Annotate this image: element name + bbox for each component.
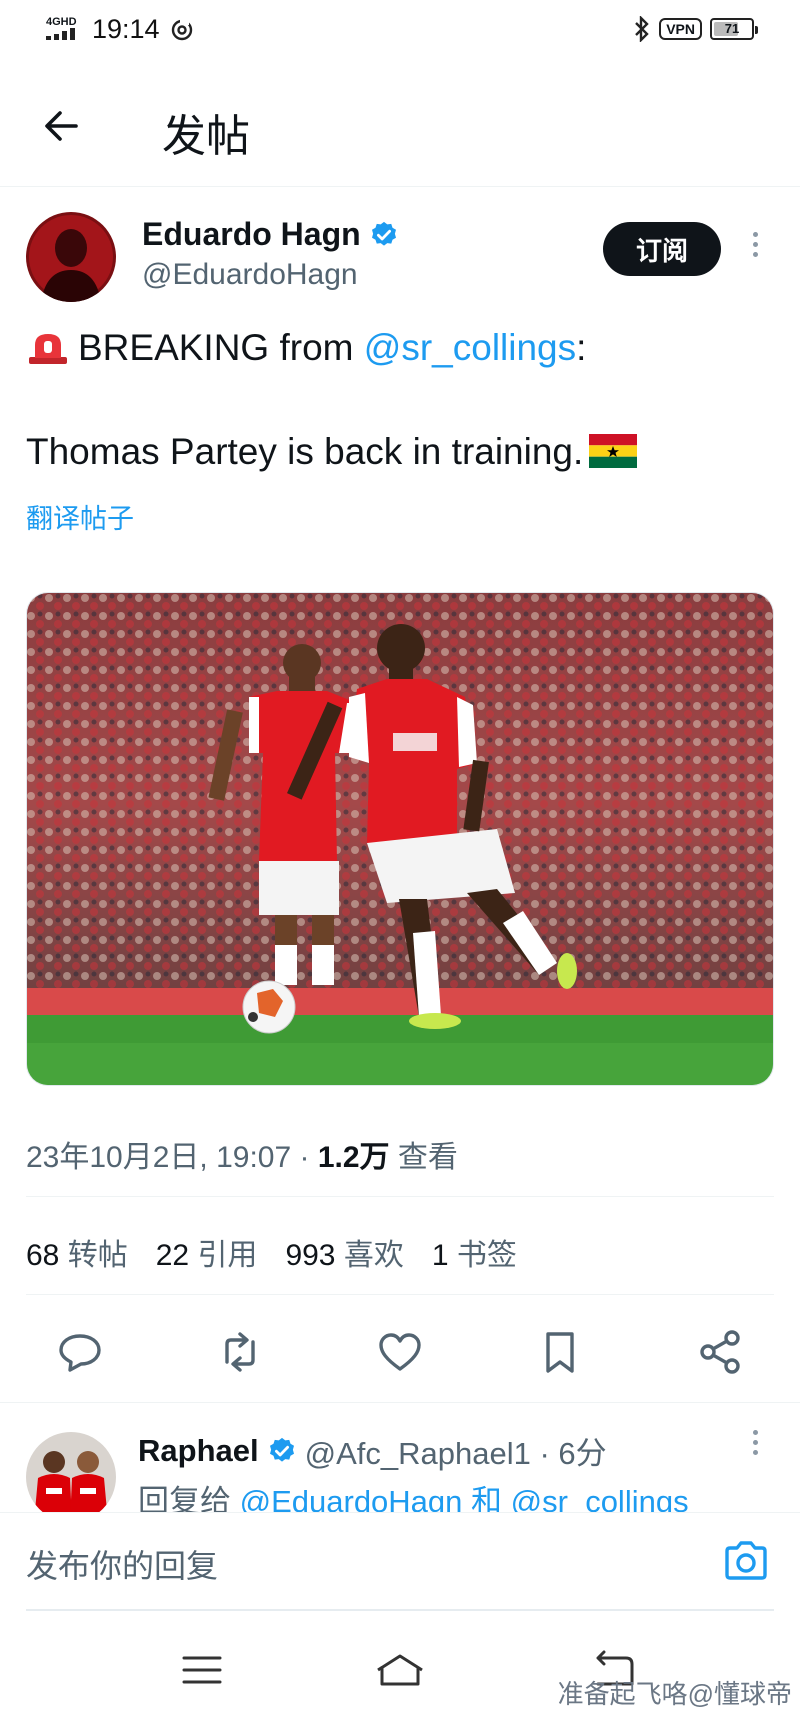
like-icon xyxy=(379,1333,421,1371)
back-button[interactable] xyxy=(40,104,84,148)
tweet-line-1-suffix: : xyxy=(576,327,587,368)
status-right: VPN 71 xyxy=(633,16,758,42)
bookmark-icon xyxy=(546,1332,574,1373)
tweet-timestamp: 23年10月2日, 19:07 · 1.2万 查看 xyxy=(26,1132,458,1176)
menu-icon xyxy=(182,1656,222,1684)
football xyxy=(242,980,296,1034)
share-button[interactable] xyxy=(696,1328,744,1376)
stat-retweets[interactable]: 68 转帖 xyxy=(26,1230,128,1274)
share-icon xyxy=(700,1330,740,1374)
verified-badge-icon xyxy=(269,1437,294,1462)
stat-bookmarks[interactable]: 1 书签 xyxy=(432,1230,517,1274)
reply-icon xyxy=(59,1334,101,1372)
author-name-text: Eduardo Hagn xyxy=(142,216,361,252)
author-handle[interactable]: @EduardoHagn xyxy=(142,258,358,292)
subscribe-button[interactable]: 订阅 xyxy=(603,222,721,276)
nav-home-button[interactable] xyxy=(372,1650,428,1690)
page-title: 发帖 xyxy=(162,112,250,161)
siren-emoji-icon xyxy=(29,334,67,364)
photo-football-players xyxy=(27,593,773,1085)
composer-underline xyxy=(26,1609,774,1611)
divider xyxy=(26,1294,774,1295)
battery-icon: 71 xyxy=(710,18,758,40)
tweet-line-2-text: Thomas Partey is back in training. xyxy=(26,431,584,472)
author-name[interactable]: Eduardo Hagn xyxy=(142,216,399,253)
tweet-photo[interactable] xyxy=(26,592,774,1086)
ghana-flag-icon xyxy=(589,434,638,468)
tweet-text: BREAKING from @sr_collings: Thomas Parte… xyxy=(26,322,776,478)
tweet-stats: 68 转帖 22 引用 993 喜欢 1 书签 xyxy=(26,1230,517,1274)
tweet-line-1: BREAKING from @sr_collings: xyxy=(26,322,776,374)
tweet-actions xyxy=(0,1318,800,1380)
vpn-badge: VPN xyxy=(659,18,702,40)
divider xyxy=(26,1196,774,1197)
more-options-icon[interactable] xyxy=(745,232,765,264)
translate-post-link[interactable]: 翻译帖子 xyxy=(26,497,134,536)
hotspot-icon xyxy=(171,18,192,40)
retweet-icon xyxy=(225,1332,255,1372)
bookmark-button[interactable] xyxy=(536,1328,584,1376)
camera-icon xyxy=(725,1541,767,1580)
bluetooth-icon xyxy=(635,16,649,42)
stat-likes[interactable]: 993 喜欢 xyxy=(285,1230,403,1274)
tweet-line-2: Thomas Partey is back in training. xyxy=(26,426,776,478)
reply-header: Raphael @Afc_Raphael1 · 6分 xyxy=(138,1428,607,1473)
arrow-left-icon xyxy=(45,111,78,141)
reply-input[interactable]: 发布你的回复 xyxy=(26,1541,218,1587)
reply-author-handle: @Afc_Raphael1 · 6分 xyxy=(304,1436,607,1471)
system-nav-bar: 准备起飞咯@懂球帝 xyxy=(0,1620,800,1716)
reply-author-name[interactable]: Raphael xyxy=(138,1433,259,1469)
status-time: 19:14 xyxy=(92,14,160,44)
mention-sr-collings[interactable]: @sr_collings xyxy=(364,327,576,368)
signal-icon: 4GHD xyxy=(46,15,82,43)
stat-quotes[interactable]: 22 引用 xyxy=(156,1230,258,1274)
tweet-line-1-prefix: BREAKING from xyxy=(78,327,364,368)
section-divider xyxy=(0,1402,800,1403)
retweet-button[interactable] xyxy=(216,1328,264,1376)
reply-composer: 发布你的回复 xyxy=(0,1512,800,1612)
nav-menu-button[interactable] xyxy=(174,1650,230,1690)
author-avatar[interactable] xyxy=(26,212,116,302)
camera-button[interactable] xyxy=(722,1539,770,1583)
watermark-text: 准备起飞咯@懂球帝 xyxy=(557,1679,792,1709)
verified-badge-icon xyxy=(371,221,396,246)
reply-more-options-icon[interactable] xyxy=(745,1430,765,1462)
reply-avatar[interactable] xyxy=(26,1432,116,1522)
like-button[interactable] xyxy=(376,1328,424,1376)
page-header: 发帖 xyxy=(0,62,800,187)
views-count: 1.2万 xyxy=(317,1141,390,1174)
status-bar: 4GHD 19:14 VPN 71 xyxy=(0,0,800,62)
reply-button[interactable] xyxy=(56,1328,104,1376)
status-left: 4GHD 19:14 xyxy=(46,14,194,45)
views-label: 查看 xyxy=(389,1141,458,1174)
battery-level: 71 xyxy=(724,21,740,36)
timestamp-text: 23年10月2日, 19:07 · xyxy=(26,1141,318,1174)
network-label: 4GHD xyxy=(46,15,77,28)
home-icon xyxy=(377,1654,423,1686)
